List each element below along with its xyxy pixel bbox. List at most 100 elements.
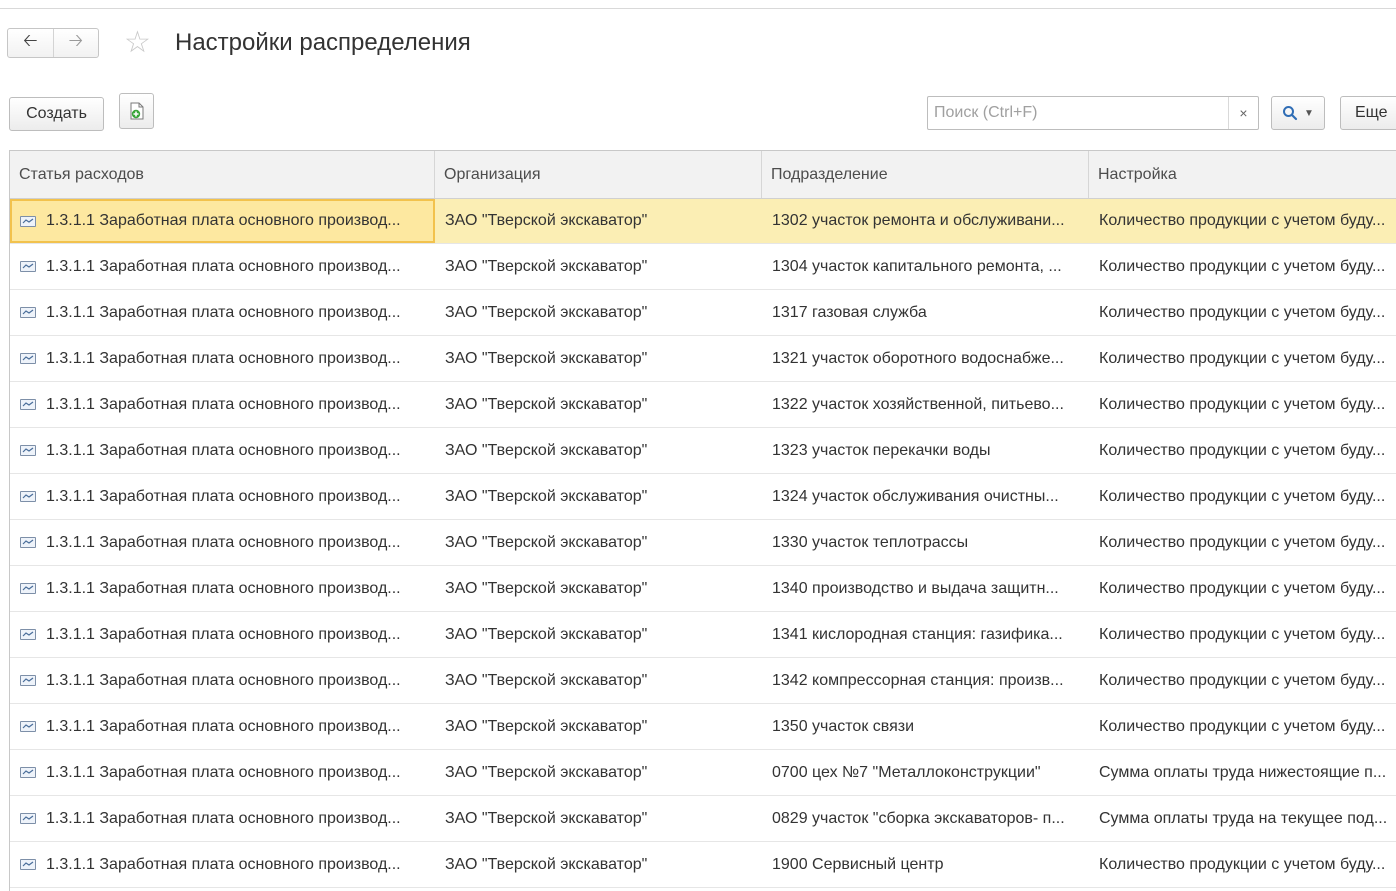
- table-row[interactable]: 1.3.1.1 Заработная плата основного произ…: [10, 704, 1396, 750]
- table-row[interactable]: 1.3.1.1 Заработная плата основного произ…: [10, 199, 1396, 244]
- cell-setting[interactable]: Количество продукции с учетом буду...: [1089, 612, 1396, 657]
- table-row[interactable]: 1.3.1.1 Заработная плата основного произ…: [10, 474, 1396, 520]
- cell-organization[interactable]: ЗАО "Тверской экскаватор": [435, 796, 762, 841]
- cell-organization[interactable]: ЗАО "Тверской экскаватор": [435, 658, 762, 703]
- cell-setting[interactable]: Количество продукции с учетом буду...: [1089, 658, 1396, 703]
- cell-organization[interactable]: ЗАО "Тверской экскаватор": [435, 244, 762, 289]
- search-button[interactable]: ▼: [1271, 96, 1325, 130]
- cell-organization[interactable]: ЗАО "Тверской экскаватор": [435, 566, 762, 611]
- cell-setting[interactable]: Количество продукции с учетом буду...: [1089, 199, 1396, 243]
- cell-setting[interactable]: Количество продукции с учетом буду...: [1089, 842, 1396, 887]
- cell-setting[interactable]: Количество продукции с учетом буду...: [1089, 336, 1396, 381]
- article-text: 1.3.1.1 Заработная плата основного произ…: [46, 303, 401, 321]
- cell-setting[interactable]: Количество продукции с учетом буду...: [1089, 520, 1396, 565]
- cell-article[interactable]: 1.3.1.1 Заработная плата основного произ…: [10, 336, 435, 381]
- more-button[interactable]: Еще: [1340, 96, 1396, 130]
- cell-article[interactable]: 1.3.1.1 Заработная плата основного произ…: [10, 704, 435, 749]
- table-row[interactable]: 1.3.1.1 Заработная плата основного произ…: [10, 612, 1396, 658]
- column-header-article[interactable]: Статья расходов: [10, 151, 435, 198]
- cell-article[interactable]: 1.3.1.1 Заработная плата основного произ…: [10, 842, 435, 887]
- table-row[interactable]: 1.3.1.1 Заработная плата основного произ…: [10, 336, 1396, 382]
- cell-article[interactable]: 1.3.1.1 Заработная плата основного произ…: [10, 199, 435, 243]
- cell-article[interactable]: 1.3.1.1 Заработная плата основного произ…: [10, 428, 435, 473]
- article-text: 1.3.1.1 Заработная плата основного произ…: [46, 671, 401, 689]
- cell-department[interactable]: 1340 производство и выдача защитн...: [762, 566, 1089, 611]
- cell-department[interactable]: 1350 участок связи: [762, 704, 1089, 749]
- cell-department[interactable]: 1330 участок теплотрассы: [762, 520, 1089, 565]
- record-icon: [20, 353, 36, 364]
- cell-department[interactable]: 1304 участок капитального ремонта, ...: [762, 244, 1089, 289]
- add-document-button[interactable]: [119, 93, 154, 129]
- cell-setting[interactable]: Количество продукции с учетом буду...: [1089, 474, 1396, 519]
- cell-article[interactable]: 1.3.1.1 Заработная плата основного произ…: [10, 244, 435, 289]
- cell-organization[interactable]: ЗАО "Тверской экскаватор": [435, 474, 762, 519]
- table-row[interactable]: 1.3.1.1 Заработная плата основного произ…: [10, 244, 1396, 290]
- cell-setting[interactable]: Количество продукции с учетом буду...: [1089, 428, 1396, 473]
- cell-setting[interactable]: Количество продукции с учетом буду...: [1089, 382, 1396, 427]
- star-icon[interactable]: ☆: [124, 25, 151, 61]
- cell-organization[interactable]: ЗАО "Тверской экскаватор": [435, 336, 762, 381]
- cell-department[interactable]: 0700 цех №7 "Металлоконструкции": [762, 750, 1089, 795]
- cell-department[interactable]: 1324 участок обслуживания очистны...: [762, 474, 1089, 519]
- cell-organization[interactable]: ЗАО "Тверской экскаватор": [435, 704, 762, 749]
- cell-setting[interactable]: Сумма оплаты труда на текущее под...: [1089, 796, 1396, 841]
- table-row[interactable]: 1.3.1.1 Заработная плата основного произ…: [10, 796, 1396, 842]
- cell-department[interactable]: 1323 участок перекачки воды: [762, 428, 1089, 473]
- cell-organization[interactable]: ЗАО "Тверской экскаватор": [435, 612, 762, 657]
- cell-department[interactable]: 1317 газовая служба: [762, 290, 1089, 335]
- cell-article[interactable]: 1.3.1.1 Заработная плата основного произ…: [10, 290, 435, 335]
- table-row[interactable]: 1.3.1.1 Заработная плата основного произ…: [10, 750, 1396, 796]
- forward-button[interactable]: 🡢: [52, 29, 99, 57]
- table-row[interactable]: 1.3.1.1 Заработная плата основного произ…: [10, 566, 1396, 612]
- record-icon: [20, 537, 36, 548]
- table-row[interactable]: 1.3.1.1 Заработная плата основного произ…: [10, 520, 1396, 566]
- cell-article[interactable]: 1.3.1.1 Заработная плата основного произ…: [10, 474, 435, 519]
- cell-organization[interactable]: ЗАО "Тверской экскаватор": [435, 199, 762, 243]
- cell-organization[interactable]: ЗАО "Тверской экскаватор": [435, 520, 762, 565]
- table-row[interactable]: 1.3.1.1 Заработная плата основного произ…: [10, 382, 1396, 428]
- cell-article[interactable]: 1.3.1.1 Заработная плата основного произ…: [10, 612, 435, 657]
- cell-article[interactable]: 1.3.1.1 Заработная плата основного произ…: [10, 382, 435, 427]
- cell-department[interactable]: 0829 участок "сборка экскаваторов- п...: [762, 796, 1089, 841]
- cell-setting[interactable]: Сумма оплаты труда нижестоящие п...: [1089, 750, 1396, 795]
- cell-article[interactable]: 1.3.1.1 Заработная плата основного произ…: [10, 566, 435, 611]
- article-text: 1.3.1.1 Заработная плата основного произ…: [46, 763, 401, 781]
- cell-setting[interactable]: Количество продукции с учетом буду...: [1089, 244, 1396, 289]
- record-icon: [20, 629, 36, 640]
- table-row[interactable]: 1.3.1.1 Заработная плата основного произ…: [10, 842, 1396, 888]
- cell-department[interactable]: 1900 Сервисный центр: [762, 842, 1089, 887]
- cell-setting[interactable]: Количество продукции с учетом буду...: [1089, 566, 1396, 611]
- cell-article[interactable]: 1.3.1.1 Заработная плата основного произ…: [10, 658, 435, 703]
- column-header-organization[interactable]: Организация: [435, 151, 762, 198]
- article-text: 1.3.1.1 Заработная плата основного произ…: [46, 809, 401, 827]
- cell-article[interactable]: 1.3.1.1 Заработная плата основного произ…: [10, 796, 435, 841]
- cell-department[interactable]: 1322 участок хозяйственной, питьево...: [762, 382, 1089, 427]
- record-icon: [20, 215, 36, 227]
- record-icon: [20, 261, 36, 272]
- column-header-department[interactable]: Подразделение: [762, 151, 1089, 198]
- table-row[interactable]: 1.3.1.1 Заработная плата основного произ…: [10, 428, 1396, 474]
- column-header-setting[interactable]: Настройка: [1089, 151, 1396, 198]
- cell-article[interactable]: 1.3.1.1 Заработная плата основного произ…: [10, 520, 435, 565]
- cell-department[interactable]: 1341 кислородная станция: газифика...: [762, 612, 1089, 657]
- cell-organization[interactable]: ЗАО "Тверской экскаватор": [435, 428, 762, 473]
- article-text: 1.3.1.1 Заработная плата основного произ…: [46, 349, 401, 367]
- cell-department[interactable]: 1321 участок оборотного водоснабже...: [762, 336, 1089, 381]
- record-icon: [20, 675, 36, 686]
- create-button[interactable]: Создать: [9, 97, 104, 131]
- cell-organization[interactable]: ЗАО "Тверской экскаватор": [435, 750, 762, 795]
- search-input[interactable]: [928, 98, 1228, 128]
- table-row[interactable]: 1.3.1.1 Заработная плата основного произ…: [10, 658, 1396, 704]
- cell-department[interactable]: 1342 компрессорная станция: произв...: [762, 658, 1089, 703]
- cell-setting[interactable]: Количество продукции с учетом буду...: [1089, 290, 1396, 335]
- clear-search-button[interactable]: ×: [1228, 97, 1258, 129]
- cell-setting[interactable]: Количество продукции с учетом буду...: [1089, 704, 1396, 749]
- table-row[interactable]: 1.3.1.1 Заработная плата основного произ…: [10, 290, 1396, 336]
- cell-organization[interactable]: ЗАО "Тверской экскаватор": [435, 842, 762, 887]
- cell-organization[interactable]: ЗАО "Тверской экскаватор": [435, 382, 762, 427]
- cell-department[interactable]: 1302 участок ремонта и обслуживани...: [762, 199, 1089, 243]
- cell-article[interactable]: 1.3.1.1 Заработная плата основного произ…: [10, 750, 435, 795]
- cell-organization[interactable]: ЗАО "Тверской экскаватор": [435, 290, 762, 335]
- back-button[interactable]: 🡠: [8, 29, 53, 57]
- record-icon: [20, 767, 36, 778]
